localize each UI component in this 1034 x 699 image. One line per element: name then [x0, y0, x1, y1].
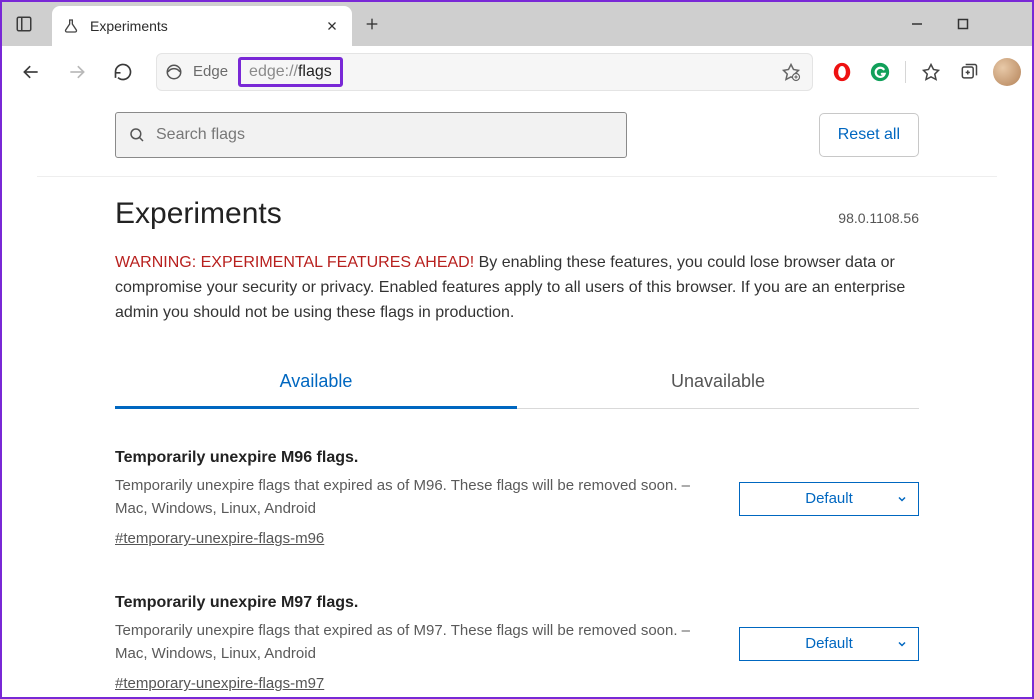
flag-item: Temporarily unexpire M96 flags. Temporar…	[115, 449, 919, 548]
nav-back-button[interactable]	[10, 51, 52, 93]
window-minimize-button[interactable]	[894, 2, 940, 46]
profile-avatar[interactable]	[990, 55, 1024, 89]
chevron-down-icon	[896, 493, 908, 505]
toolbar-divider	[905, 61, 906, 83]
browser-toolbar: Edge edge://flags	[2, 46, 1032, 98]
reset-all-label: Reset all	[838, 126, 900, 144]
flag-item: Temporarily unexpire M97 flags. Temporar…	[115, 594, 919, 693]
search-flags-input[interactable]	[156, 126, 614, 144]
opera-extension-icon[interactable]	[825, 55, 859, 89]
tab-available[interactable]: Available	[115, 359, 517, 409]
tab-overview-button[interactable]	[2, 2, 46, 46]
flask-icon	[62, 18, 80, 34]
favorite-add-icon[interactable]	[778, 59, 804, 85]
page-content: Reset all Experiments 98.0.1108.56 WARNI…	[2, 98, 1032, 697]
tab-title: Experiments	[90, 18, 312, 34]
tab-strip: Experiments	[46, 2, 894, 46]
browser-version: 98.0.1108.56	[838, 210, 919, 226]
flag-list: Temporarily unexpire M96 flags. Temporar…	[115, 409, 919, 693]
favorites-icon[interactable]	[914, 55, 948, 89]
flag-description: Temporarily unexpire flags that expired …	[115, 475, 709, 520]
flag-state-select[interactable]: Default	[739, 627, 919, 661]
flag-anchor-link[interactable]: #temporary-unexpire-flags-m96	[115, 530, 324, 547]
reset-all-button[interactable]: Reset all	[819, 113, 919, 157]
tab-unavailable[interactable]: Unavailable	[517, 359, 919, 408]
flag-state-value: Default	[805, 635, 853, 652]
flag-title: Temporarily unexpire M97 flags.	[115, 594, 709, 612]
grammarly-extension-icon[interactable]	[863, 55, 897, 89]
address-bar[interactable]: Edge edge://flags	[156, 53, 813, 91]
address-url-highlight: edge://flags	[238, 57, 343, 87]
search-icon	[128, 126, 146, 144]
page-header: Experiments 98.0.1108.56	[115, 197, 919, 231]
browser-tab-experiments[interactable]: Experiments	[52, 6, 352, 46]
url-scheme: edge://	[249, 63, 298, 80]
nav-forward-button[interactable]	[56, 51, 98, 93]
new-tab-button[interactable]	[352, 2, 392, 46]
flag-tab-bar: Available Unavailable	[115, 359, 919, 409]
nav-refresh-button[interactable]	[102, 51, 144, 93]
search-flags-box[interactable]	[115, 112, 627, 158]
flags-toolbar: Reset all	[37, 108, 997, 176]
titlebar: Experiments	[2, 2, 1032, 46]
tab-close-button[interactable]	[322, 16, 342, 36]
flag-description: Temporarily unexpire flags that expired …	[115, 620, 709, 665]
page-title: Experiments	[115, 197, 282, 231]
url-path: flags	[298, 63, 332, 80]
flag-state-select[interactable]: Default	[739, 482, 919, 516]
window-controls	[894, 2, 1032, 46]
edge-logo-icon	[165, 63, 183, 81]
flag-title: Temporarily unexpire M96 flags.	[115, 449, 709, 467]
collections-icon[interactable]	[952, 55, 986, 89]
flag-state-value: Default	[805, 490, 853, 507]
address-engine-label: Edge	[193, 63, 228, 80]
window-close-button[interactable]	[986, 2, 1032, 46]
flag-anchor-link[interactable]: #temporary-unexpire-flags-m97	[115, 675, 324, 692]
window-maximize-button[interactable]	[940, 2, 986, 46]
chevron-down-icon	[896, 638, 908, 650]
warning-text: WARNING: EXPERIMENTAL FEATURES AHEAD! By…	[115, 251, 919, 325]
warning-prefix: WARNING: EXPERIMENTAL FEATURES AHEAD!	[115, 254, 474, 271]
